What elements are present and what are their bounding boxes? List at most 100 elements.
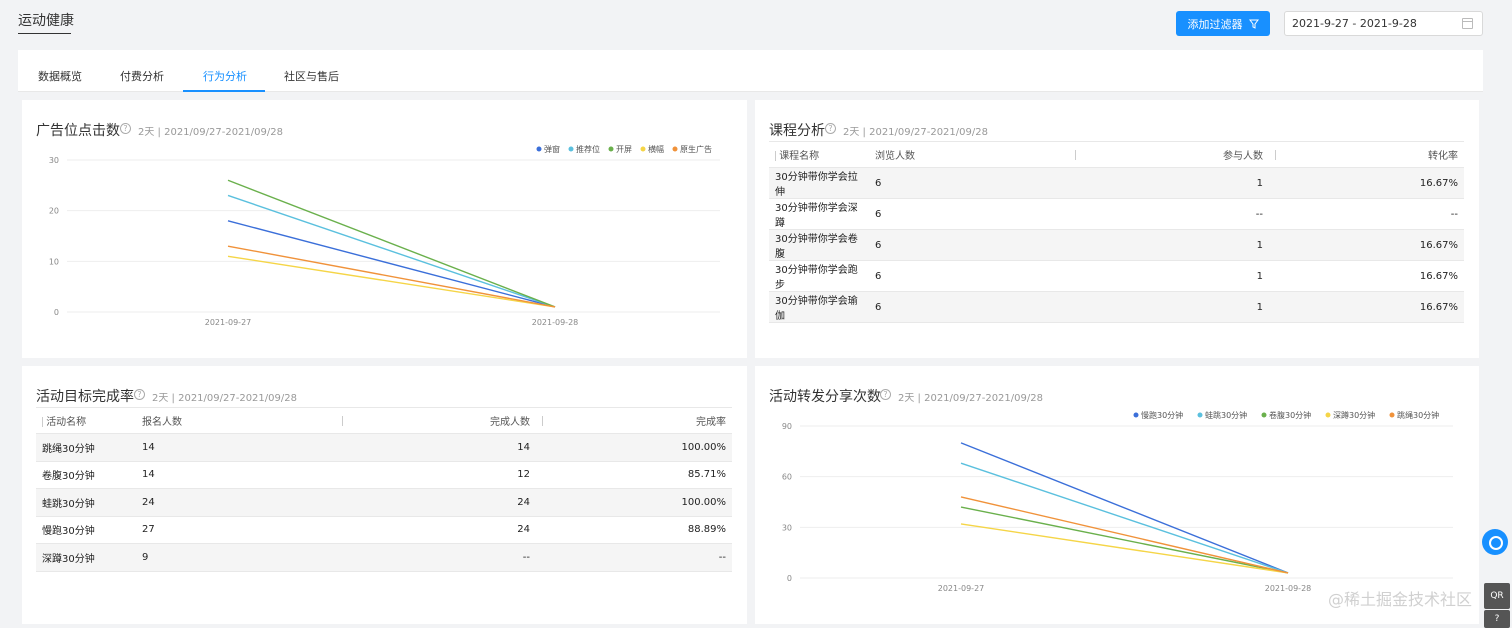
activity-cell: 12: [336, 461, 536, 489]
course-cell: 1: [1069, 229, 1269, 261]
chart-legend: 慢跑30分钟 蛙跳30分钟 卷腹30分钟 深蹲30分钟 跳绳30分钟: [1133, 410, 1439, 420]
x-tick-label: 2021-09-28: [532, 318, 579, 327]
legend-dot: [672, 146, 678, 152]
add-filter-button[interactable]: 添加过滤器: [1176, 11, 1270, 36]
share-count-title: 活动转发分享次数: [769, 389, 881, 405]
column-header-views: 浏览人数: [875, 151, 915, 162]
course-cell: 6: [869, 260, 1069, 292]
course-cell: 1: [1069, 260, 1269, 292]
calendar-icon[interactable]: [1462, 18, 1473, 29]
legend-label[interactable]: 横幅: [648, 144, 664, 154]
y-tick-label: 30: [49, 156, 59, 165]
course-cell: 30分钟带你学会拉伸: [769, 167, 869, 199]
ad-clicks-subtitle: 2天 | 2021/09/27-2021/09/28: [138, 127, 283, 138]
activity-table: 活动名称 报名人数 完成人数 完成率 跳绳30分钟 14 14 100.00% 卷腹30…: [36, 407, 732, 572]
course-analysis-title: 课程分析: [769, 123, 825, 139]
y-tick-label: 0: [787, 574, 792, 583]
y-tick-label: 30: [782, 523, 792, 532]
table-row: 跳绳30分钟 14 14 100.00%: [36, 433, 732, 462]
table-header-row: 课程名称 浏览人数 参与人数 转化率: [769, 141, 1464, 168]
course-cell: 16.67%: [1269, 229, 1464, 261]
add-filter-label: 添加过滤器: [1187, 17, 1243, 31]
table-row: 30分钟带你学会深蹲 6 -- --: [769, 198, 1464, 230]
legend-label[interactable]: 深蹲30分钟: [1333, 410, 1375, 420]
series-line: [227, 194, 556, 308]
table-row: 30分钟带你学会卷腹 6 1 16.67%: [769, 229, 1464, 261]
activity-cell: 卷腹30分钟: [36, 461, 136, 489]
activity-cell: 27: [136, 516, 336, 544]
legend-label[interactable]: 开屏: [616, 145, 632, 154]
course-cell: 1: [1069, 291, 1269, 323]
activity-cell: 14: [136, 461, 336, 489]
legend-label[interactable]: 原生广告: [680, 144, 712, 154]
column-header-activity-name: 活动名称: [46, 417, 87, 428]
legend-label[interactable]: 弹窗: [544, 144, 560, 154]
table-row: 30分钟带你学会瑜伽 6 1 16.67%: [769, 291, 1464, 323]
activity-cell: 慢跑30分钟: [36, 516, 136, 544]
column-divider: [42, 417, 43, 427]
help-float-button[interactable]: ?: [1484, 610, 1510, 628]
course-analysis-subtitle: 2天 | 2021/09/27-2021/09/28: [843, 127, 988, 138]
legend-dot: [536, 146, 542, 152]
y-tick-label: 10: [49, 257, 59, 266]
tab-payment[interactable]: 付费分析: [120, 68, 164, 84]
course-cell: --: [1069, 198, 1269, 230]
column-header-completion-rate: 完成率: [696, 417, 726, 428]
table-row: 30分钟带你学会拉伸 6 1 16.67%: [769, 167, 1464, 199]
course-cell: 6: [869, 167, 1069, 199]
watermark: @稀土掘金技术社区: [1328, 590, 1473, 609]
y-tick-label: 90: [782, 422, 792, 431]
legend-label[interactable]: 推荐位: [576, 144, 600, 154]
course-table: 课程名称 浏览人数 参与人数 转化率 30分钟带你学会拉伸 6 1 16.67% 30分…: [769, 141, 1464, 323]
legend-label[interactable]: 跳绳30分钟: [1397, 410, 1439, 420]
legend-dot: [1325, 412, 1331, 418]
column-header: 参与人数: [1069, 141, 1269, 168]
help-icon[interactable]: ?: [134, 389, 145, 400]
assistant-float-button[interactable]: [1482, 529, 1508, 555]
date-range-picker[interactable]: 2021-9-27 - 2021-9-28: [1284, 11, 1483, 36]
help-icon[interactable]: ?: [120, 123, 131, 134]
y-tick-label: 20: [49, 207, 59, 216]
legend-label[interactable]: 蛙跳30分钟: [1205, 410, 1247, 420]
course-cell: 30分钟带你学会深蹲: [769, 198, 869, 230]
page-title: 运动健康: [18, 13, 74, 29]
tab-behavior[interactable]: 行为分析: [203, 68, 247, 84]
legend-dot: [1389, 412, 1395, 418]
tab-overview[interactable]: 数据概览: [38, 68, 82, 84]
course-cell: 16.67%: [1269, 260, 1464, 292]
tab-community[interactable]: 社区与售后: [284, 68, 339, 84]
column-header: 课程名称: [769, 141, 869, 168]
legend-dot: [1261, 412, 1267, 418]
series-line: [960, 462, 1289, 574]
help-icon[interactable]: ?: [825, 123, 836, 134]
y-tick-label: 60: [782, 473, 792, 482]
activity-cell: 深蹲30分钟: [36, 543, 136, 572]
column-divider: [542, 416, 543, 426]
chart-legend: 弹窗 推荐位 开屏 横幅 原生广告: [536, 144, 712, 154]
share-count-chart: 0 30 60 90 2021-09-27 2021-09-28 慢跑30分钟 蛙跳30分钟 卷…: [782, 410, 1453, 593]
activity-cell: 100.00%: [536, 433, 732, 462]
legend-label[interactable]: 卷腹30分钟: [1269, 410, 1311, 420]
ad-clicks-card: 广告位点击数 ? 2天 | 2021/09/27-2021/09/28 0 10 2…: [22, 100, 747, 358]
activity-completion-card: 活动目标完成率 ? 2天 | 2021/09/27-2021/09/28 活动名…: [22, 366, 747, 624]
legend-label[interactable]: 慢跑30分钟: [1141, 410, 1183, 420]
tab-bar: 数据概览 付费分析 行为分析 社区与售后: [18, 50, 1483, 92]
column-header-signups: 报名人数: [142, 417, 182, 428]
activity-cell: 蛙跳30分钟: [36, 488, 136, 517]
page-title-underline: [18, 33, 71, 34]
y-tick-label: 0: [54, 308, 59, 317]
active-tab-indicator: [183, 90, 265, 92]
activity-cell: 14: [336, 433, 536, 462]
course-analysis-card: 课程分析 ? 2天 | 2021/09/27-2021/09/28 课程名称 浏…: [755, 100, 1479, 358]
help-icon[interactable]: ?: [880, 389, 891, 400]
share-count-subtitle: 2天 | 2021/09/27-2021/09/28: [898, 393, 1043, 404]
qr-code-button[interactable]: QR: [1484, 583, 1510, 609]
x-tick-label: 2021-09-28: [1265, 584, 1312, 593]
column-header-course-name: 课程名称: [779, 151, 820, 162]
column-header-conversion: 转化率: [1428, 151, 1458, 162]
activity-cell: 9: [136, 543, 336, 572]
course-cell: 16.67%: [1269, 291, 1464, 323]
x-tick-label: 2021-09-27: [205, 318, 252, 327]
series-line: [960, 523, 1289, 574]
activity-completion-subtitle: 2天 | 2021/09/27-2021/09/28: [152, 393, 297, 404]
